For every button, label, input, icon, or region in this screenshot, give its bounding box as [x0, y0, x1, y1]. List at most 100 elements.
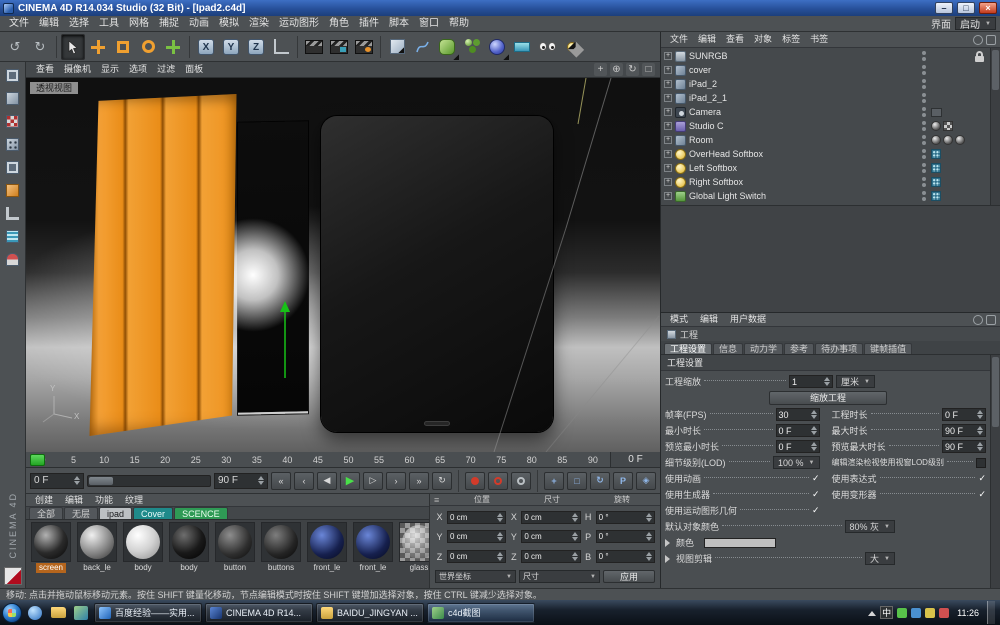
apply-button[interactable]: 应用 — [603, 570, 655, 583]
render-view-button[interactable] — [302, 34, 326, 60]
om-menu-edit[interactable]: 编辑 — [693, 32, 721, 47]
material-name[interactable]: front_le — [357, 563, 390, 573]
timeline-ruler[interactable]: 0 5 10 15 20 25 30 35 40 45 50 55 — [26, 452, 660, 468]
stepper[interactable] — [497, 532, 503, 541]
axis-mode-button[interactable] — [3, 204, 23, 223]
coordinate-system-button[interactable] — [269, 34, 293, 60]
material-preview[interactable] — [169, 522, 209, 562]
visibility-toggles[interactable] — [920, 121, 928, 131]
lod-render-checkbox[interactable] — [976, 458, 986, 468]
stepper[interactable] — [572, 532, 578, 541]
tab-scence-layer[interactable]: SCENCE — [174, 507, 228, 519]
timeline-ticks[interactable]: 0 5 10 15 20 25 30 35 40 45 50 55 — [26, 452, 610, 467]
om-menu-tags[interactable]: 标签 — [777, 32, 805, 47]
rot-b-field[interactable]: 0 ° — [596, 550, 655, 563]
max-time-field[interactable]: 90 F — [942, 424, 986, 437]
expand-icon[interactable]: + — [664, 122, 672, 130]
visibility-toggles[interactable] — [920, 149, 928, 159]
taskbar-window-jingyan-folder[interactable]: BAIDU_JINGYAN ... — [316, 603, 424, 623]
om-menu-bookmarks[interactable]: 书签 — [805, 32, 833, 47]
material-preview[interactable] — [123, 522, 163, 562]
use-generators-checkbox[interactable]: ✓ — [812, 489, 820, 500]
object-row[interactable]: + Global Light Switch — [661, 189, 990, 203]
group-header[interactable]: 工程设置 — [661, 355, 990, 371]
network-tray-icon[interactable] — [911, 608, 921, 618]
object-name[interactable]: Camera — [689, 107, 917, 117]
object-name[interactable]: Room — [689, 135, 917, 145]
use-deformers-checkbox[interactable]: ✓ — [978, 489, 986, 500]
visibility-toggles[interactable] — [920, 135, 928, 145]
snap-button[interactable] — [3, 250, 23, 269]
menu-snap[interactable]: 捕捉 — [154, 16, 184, 31]
undo-button[interactable]: ↺ — [3, 34, 27, 60]
expand-icon[interactable]: + — [664, 164, 672, 172]
menu-help[interactable]: 帮助 — [444, 16, 474, 31]
scale-tool-button[interactable] — [111, 34, 135, 60]
am-menu-mode[interactable]: 模式 — [665, 313, 693, 326]
stepper[interactable] — [572, 513, 578, 522]
render-picture-viewer-button[interactable] — [327, 34, 351, 60]
texture-tag-icon[interactable] — [943, 121, 953, 131]
object-name[interactable]: Studio C — [689, 121, 917, 131]
visibility-toggles[interactable] — [920, 93, 928, 103]
project-scale-field[interactable]: 1 — [789, 375, 833, 388]
material-item[interactable]: body — [121, 522, 165, 586]
viewport-menu-cameras[interactable]: 摄像机 — [59, 62, 96, 77]
ime-indicator[interactable]: 中 — [880, 606, 893, 619]
start-button[interactable] — [2, 603, 22, 623]
material-tag-icon[interactable] — [931, 135, 941, 145]
record-pla-toggle[interactable]: ◈ — [636, 472, 656, 490]
lock-x-button[interactable]: X — [194, 34, 218, 60]
stepper[interactable] — [646, 513, 652, 522]
object-row[interactable]: + Camera — [661, 105, 990, 119]
pos-y-field[interactable]: 0 cm — [447, 530, 506, 543]
material-tag-icon[interactable] — [943, 135, 953, 145]
taskbar-window-screenshot[interactable]: c4d截图 — [427, 603, 535, 623]
menu-edit[interactable]: 编辑 — [34, 16, 64, 31]
viewport[interactable]: Y X 透视视图 — [26, 78, 660, 452]
object-row[interactable]: + SUNRGB — [661, 49, 990, 63]
tab-no-layer[interactable]: 无层 — [64, 507, 98, 519]
expand-icon[interactable]: + — [664, 94, 672, 102]
redo-button[interactable]: ↻ — [28, 34, 52, 60]
keyframe-selection-button[interactable] — [511, 472, 531, 490]
floor-button[interactable] — [510, 34, 534, 60]
material-preview[interactable] — [77, 522, 117, 562]
material-item[interactable]: screen — [29, 522, 73, 586]
points-mode-button[interactable] — [3, 135, 23, 154]
stepper[interactable] — [824, 377, 830, 386]
stepper[interactable] — [646, 552, 652, 561]
material-tag-icon[interactable] — [931, 121, 941, 131]
menu-mesh[interactable]: 网格 — [124, 16, 154, 31]
visibility-toggles[interactable] — [920, 177, 928, 187]
play-button[interactable]: ▶ — [340, 472, 360, 490]
quicklaunch-media[interactable] — [71, 603, 91, 623]
object-row[interactable]: + OverHead Softbox — [661, 147, 990, 161]
camera-tag-icon[interactable] — [931, 108, 942, 117]
object-name[interactable]: iPad_2_1 — [689, 93, 917, 103]
material-name[interactable]: screen — [36, 563, 66, 573]
menu-window[interactable]: 窗口 — [414, 16, 444, 31]
previous-frame-button[interactable]: ◀ — [317, 472, 337, 490]
toggle-view-icon[interactable]: □ — [642, 63, 655, 76]
object-name[interactable]: Left Softbox — [689, 163, 917, 173]
stepper[interactable] — [977, 442, 983, 451]
object-row[interactable]: + cover — [661, 63, 990, 77]
expand-icon[interactable]: + — [664, 178, 672, 186]
expand-icon[interactable]: + — [664, 66, 672, 74]
menu-script[interactable]: 脚本 — [384, 16, 414, 31]
primitive-cube-button[interactable] — [385, 34, 409, 60]
record-position-toggle[interactable]: + — [544, 472, 564, 490]
layout-dropdown[interactable]: 启动 ▼ — [955, 17, 996, 30]
pos-z-field[interactable]: 0 cm — [447, 550, 506, 563]
tab-referencing[interactable]: 参考 — [784, 343, 814, 354]
object-row[interactable]: + Room — [661, 133, 990, 147]
environment-sky-button[interactable] — [485, 34, 509, 60]
quicklaunch-browser[interactable] — [25, 603, 45, 623]
minimize-button[interactable]: – — [935, 2, 953, 14]
color-swatch[interactable] — [704, 538, 776, 548]
material-preview[interactable] — [261, 522, 301, 562]
material-item[interactable]: buttons — [259, 522, 303, 586]
visibility-toggles[interactable] — [920, 51, 928, 61]
polygons-mode-button[interactable] — [3, 181, 23, 200]
